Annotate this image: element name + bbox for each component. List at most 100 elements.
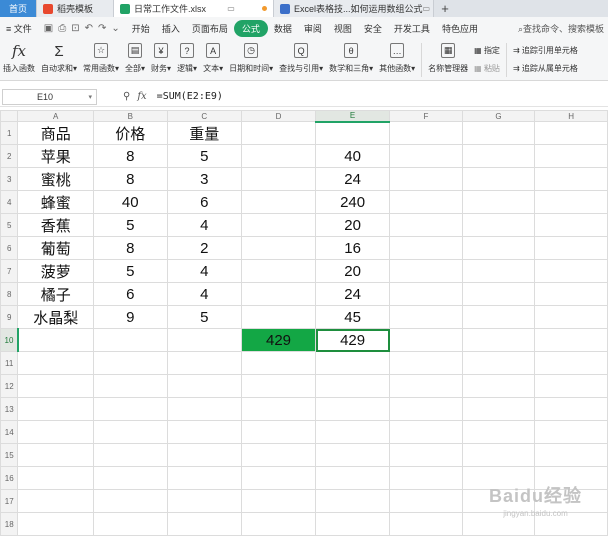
cell-d6[interactable]: [240, 236, 317, 260]
row-header[interactable]: 10: [0, 328, 19, 352]
cell-h15[interactable]: [534, 443, 608, 467]
cell-f6[interactable]: [389, 236, 463, 260]
column-header-d[interactable]: D: [240, 110, 317, 122]
cell-d8[interactable]: [240, 282, 317, 306]
column-header-e[interactable]: E: [315, 110, 391, 123]
cell-c3[interactable]: 3: [166, 167, 242, 191]
cell-h9[interactable]: [534, 305, 608, 329]
cell-c6[interactable]: 2: [166, 236, 242, 260]
cell-a10[interactable]: [17, 328, 94, 352]
cell-g10[interactable]: [461, 328, 536, 352]
cell-h8[interactable]: [534, 282, 608, 306]
cell-h3[interactable]: [534, 167, 608, 191]
cell-f8[interactable]: [389, 282, 463, 306]
cell-b10[interactable]: [93, 328, 168, 352]
cell-g3[interactable]: [461, 167, 536, 191]
cell-a15[interactable]: [17, 443, 94, 467]
cell-e4[interactable]: 240: [315, 190, 391, 214]
cell-b3[interactable]: 8: [93, 167, 168, 191]
row-header[interactable]: 14: [0, 420, 19, 444]
cell-b7[interactable]: 5: [93, 259, 168, 283]
row-header[interactable]: 4: [0, 190, 19, 214]
cell-c14[interactable]: [166, 420, 242, 444]
menu-start[interactable]: 开始: [126, 22, 156, 35]
cell-d12[interactable]: [240, 374, 317, 398]
row-header[interactable]: 13: [0, 397, 19, 421]
column-header-a[interactable]: A: [17, 110, 94, 122]
cell-c9[interactable]: 5: [166, 305, 242, 329]
cell-b9[interactable]: 9: [93, 305, 168, 329]
cell-e7[interactable]: 20: [315, 259, 391, 283]
cell-h6[interactable]: [534, 236, 608, 260]
menu-page-layout[interactable]: 页面布局: [186, 22, 234, 35]
cell-d18[interactable]: [240, 512, 317, 536]
row-header[interactable]: 12: [0, 374, 19, 398]
lookup-reference-button[interactable]: Q 查找与引用▾: [276, 41, 326, 74]
cell-e9[interactable]: 45: [315, 305, 391, 329]
formula-input[interactable]: =SUM(E2:E9): [157, 91, 223, 102]
row-header[interactable]: 8: [0, 282, 19, 306]
column-header-h[interactable]: H: [534, 110, 608, 122]
cell-h12[interactable]: [534, 374, 608, 398]
row-header[interactable]: 5: [0, 213, 19, 237]
cell-g1[interactable]: [461, 121, 536, 145]
cell-d7[interactable]: [240, 259, 317, 283]
cell-b11[interactable]: [93, 351, 168, 375]
cell-a3[interactable]: 蜜桃: [17, 167, 94, 191]
column-header-c[interactable]: C: [166, 110, 242, 122]
cell-g4[interactable]: [461, 190, 536, 214]
cell-e2[interactable]: 40: [315, 144, 391, 168]
logical-button[interactable]: ? 逻辑▾: [174, 41, 200, 74]
row-header[interactable]: 15: [0, 443, 19, 467]
row-header[interactable]: 9: [0, 305, 19, 329]
cell-e13[interactable]: [315, 397, 391, 421]
row-header[interactable]: 2: [0, 144, 19, 168]
cell-g9[interactable]: [461, 305, 536, 329]
chevron-down-icon[interactable]: ⌄: [111, 23, 119, 34]
tab-docer-template[interactable]: 稻壳模板: [37, 0, 114, 17]
cell-f15[interactable]: [389, 443, 463, 467]
row-header[interactable]: 1: [0, 121, 19, 145]
cell-a5[interactable]: 香蕉: [17, 213, 94, 237]
cell-c18[interactable]: [166, 512, 242, 536]
cell-b13[interactable]: [93, 397, 168, 421]
cell-a1[interactable]: 商品: [17, 121, 94, 145]
cell-f9[interactable]: [389, 305, 463, 329]
cell-a4[interactable]: 蜂蜜: [17, 190, 94, 214]
menu-formula[interactable]: 公式: [233, 19, 268, 37]
cell-g5[interactable]: [461, 213, 536, 237]
row-header[interactable]: 16: [0, 466, 19, 490]
menu-review[interactable]: 审阅: [298, 22, 328, 35]
text-button[interactable]: A 文本▾: [200, 41, 226, 74]
cell-g15[interactable]: [461, 443, 536, 467]
cell-e12[interactable]: [315, 374, 391, 398]
row-header[interactable]: 3: [0, 167, 19, 191]
cell-e5[interactable]: 20: [315, 213, 391, 237]
row-header[interactable]: 6: [0, 236, 19, 260]
cell-h10[interactable]: [534, 328, 608, 352]
insert-function-button[interactable]: fx 插入函数: [0, 41, 38, 74]
cell-b2[interactable]: 8: [93, 144, 168, 168]
cell-a8[interactable]: 橘子: [17, 282, 94, 306]
menu-security[interactable]: 安全: [358, 22, 388, 35]
cell-g8[interactable]: [461, 282, 536, 306]
cell-h11[interactable]: [534, 351, 608, 375]
cell-b5[interactable]: 5: [93, 213, 168, 237]
row-header[interactable]: 18: [0, 512, 19, 536]
cell-h7[interactable]: [534, 259, 608, 283]
date-time-button[interactable]: ◷ 日期和时间▾: [226, 41, 276, 74]
cell-f10[interactable]: [389, 328, 463, 352]
tab-workbook[interactable]: 日常工作文件.xlsx ▭: [114, 0, 274, 17]
cell-a12[interactable]: [17, 374, 94, 398]
cell-a2[interactable]: 苹果: [17, 144, 94, 168]
paste-name-button[interactable]: ▦ 粘贴: [474, 63, 500, 74]
cell-e18[interactable]: [315, 512, 391, 536]
cell-b14[interactable]: [93, 420, 168, 444]
select-all-corner[interactable]: [0, 110, 19, 122]
cell-b16[interactable]: [93, 466, 168, 490]
cell-e1[interactable]: [315, 121, 391, 145]
cell-c5[interactable]: 4: [166, 213, 242, 237]
cell-a6[interactable]: 葡萄: [17, 236, 94, 260]
cell-d1[interactable]: [240, 121, 317, 145]
name-box[interactable]: E10 ▾: [2, 88, 97, 105]
